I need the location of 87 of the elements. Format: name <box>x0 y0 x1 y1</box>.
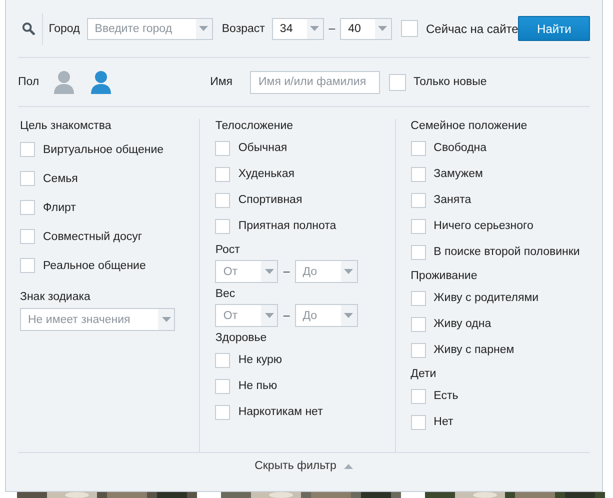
checkbox[interactable] <box>410 316 426 332</box>
checkbox-label: Не пью <box>238 380 278 392</box>
checkbox-label: Наркотикам нет <box>238 406 323 418</box>
caret-icon <box>310 26 320 31</box>
caret-icon <box>199 26 208 31</box>
name-field[interactable]: Имя и/или фамилия <box>250 70 380 94</box>
zodiac-select[interactable]: Не имеет значения <box>20 308 175 331</box>
checkbox[interactable] <box>410 342 426 358</box>
section-title: Проживание <box>410 269 478 283</box>
checkbox[interactable] <box>20 229 35 244</box>
section-title: Рост <box>215 243 241 257</box>
section-title: Телосложение <box>215 119 294 133</box>
section-title: Здоровье <box>215 331 268 345</box>
section-title: Знак зодиака <box>20 290 92 304</box>
range-from-select[interactable]: От <box>215 304 278 327</box>
checkbox-label: Есть <box>434 390 458 402</box>
range-to-select[interactable]: До <box>294 304 358 327</box>
person-icon[interactable] <box>90 70 112 94</box>
checkbox[interactable] <box>215 166 230 182</box>
checkbox-label: Живу с парнем <box>434 344 514 356</box>
range-dash: – <box>328 22 336 34</box>
caret-icon <box>264 313 274 318</box>
checkbox-label: В поиске второй половинки <box>434 246 580 258</box>
age-label: Возраст <box>222 22 265 34</box>
checkbox-label: Нет <box>434 416 454 428</box>
section-title: Цель знакомства <box>20 119 112 133</box>
name-label: Имя <box>210 76 233 88</box>
checkbox-label: Замужем <box>434 168 483 180</box>
caret-icon <box>264 269 274 274</box>
checkbox-label: Обычная <box>238 142 288 154</box>
city-label: Город <box>48 22 80 34</box>
age-to-select[interactable]: 40 <box>340 18 392 40</box>
checkbox[interactable] <box>20 142 35 157</box>
checkbox-label: Реальное общение <box>43 260 146 272</box>
gender-label: Пол <box>18 76 40 88</box>
section-title: Вес <box>215 287 236 301</box>
checkbox[interactable] <box>410 388 426 404</box>
checkbox[interactable] <box>215 404 230 420</box>
city-select[interactable]: Введите город <box>86 18 213 40</box>
checkbox-label: Спортивная <box>238 194 302 206</box>
checkbox[interactable] <box>410 192 426 208</box>
checkbox[interactable] <box>20 258 35 273</box>
checkbox[interactable] <box>215 218 230 234</box>
checkbox[interactable] <box>215 352 230 368</box>
section-title: Дети <box>410 367 438 381</box>
checkbox[interactable] <box>410 414 426 430</box>
checkbox[interactable] <box>215 192 230 208</box>
checkbox-label: Семья <box>43 172 78 184</box>
checkbox-label: Виртуальное общение <box>43 144 164 156</box>
caret-icon <box>344 464 354 468</box>
range-dash: – <box>283 266 290 278</box>
checkbox[interactable] <box>388 74 406 90</box>
person-icon[interactable] <box>53 70 76 94</box>
checkbox-label: Живу с родителями <box>434 292 539 304</box>
checkbox[interactable] <box>410 140 426 156</box>
caret-icon <box>378 26 388 31</box>
checkbox-label: Только новые <box>414 76 487 88</box>
checkbox[interactable] <box>20 200 35 215</box>
checkbox[interactable] <box>410 290 426 306</box>
age-from-select[interactable]: 34 <box>272 18 324 40</box>
section-title: Семейное положение <box>410 119 528 133</box>
checkbox-label: Свободна <box>434 142 487 154</box>
checkbox-label: Флирт <box>43 202 76 214</box>
checkbox-label: Худенькая <box>238 168 294 180</box>
checkbox-label: Совместный досуг <box>43 230 142 242</box>
caret-icon <box>344 269 354 274</box>
checkbox-label: Сейчас на сайте <box>426 22 518 36</box>
checkbox[interactable] <box>410 166 426 182</box>
checkbox[interactable] <box>410 244 426 260</box>
checkbox-label: Живу одна <box>434 318 492 330</box>
caret-icon <box>162 317 170 322</box>
checkbox[interactable] <box>400 20 418 37</box>
range-dash: – <box>283 310 290 322</box>
search-button[interactable]: Найти <box>518 16 590 41</box>
checkbox[interactable] <box>215 378 230 394</box>
checkbox-label: Приятная полнота <box>238 220 336 232</box>
checkbox-label: Занята <box>434 194 472 206</box>
hide-filter-link[interactable]: Скрыть фильтр <box>254 460 336 472</box>
caret-icon <box>344 313 354 318</box>
checkbox[interactable] <box>410 218 426 234</box>
search-icon[interactable] <box>22 22 35 35</box>
checkbox[interactable] <box>215 140 230 156</box>
checkbox-label: Ничего серьезного <box>434 220 534 232</box>
range-from-select[interactable]: От <box>215 260 278 283</box>
checkbox-label: Не курю <box>238 354 282 366</box>
range-to-select[interactable]: До <box>294 260 358 283</box>
checkbox[interactable] <box>20 171 35 186</box>
